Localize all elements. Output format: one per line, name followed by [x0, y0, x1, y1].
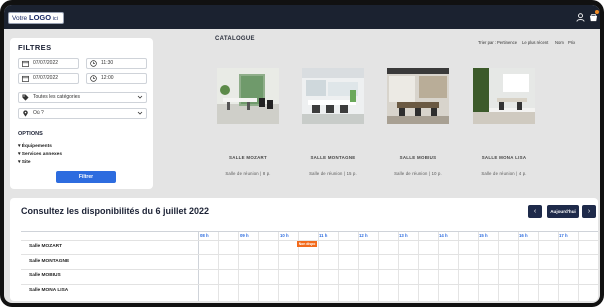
end-time-value: 12:00	[101, 75, 114, 81]
grid-column-line	[558, 232, 559, 301]
filter-button[interactable]: Filtrer	[56, 171, 116, 183]
grid-column-line	[238, 232, 239, 301]
availability-panel: Consultez les disponibilités du 6 juille…	[10, 198, 598, 301]
sort-option-name[interactable]: Nom	[555, 40, 564, 45]
room-name-mozart[interactable]: SALLE MOZART	[208, 155, 288, 160]
grid-column-line	[578, 232, 579, 301]
booking-block[interactable]: Non dispo	[297, 241, 317, 247]
location-select[interactable]: Où ?	[18, 108, 147, 119]
room-photo-mobius[interactable]	[387, 68, 449, 124]
schedule-room-montagne: Salle MONTAGNE	[29, 259, 70, 264]
grid-column-line	[478, 232, 479, 301]
grid-column-line	[198, 232, 199, 301]
end-date-field[interactable]: 07/07/2022	[18, 73, 79, 84]
room-desc-montagne: Salle de réunion | 15 p.	[309, 171, 357, 176]
sort-option-relevance[interactable]: Pertinence	[497, 40, 517, 45]
today-button[interactable]: Aujourd'hui	[547, 205, 579, 218]
room-desc-mona-lisa: Salle de réunion | 4 p.	[481, 171, 527, 176]
hour-label: 09 h	[240, 233, 249, 238]
grid-column-line	[378, 232, 379, 301]
hour-label: 08 h	[200, 233, 209, 238]
sort-option-price[interactable]: Prix	[568, 40, 575, 45]
chevron-down-icon	[137, 95, 143, 99]
hour-label: 10 h	[280, 233, 289, 238]
start-date-value: 07/07/2022	[33, 60, 59, 66]
room-photo-mona-lisa[interactable]	[473, 68, 535, 124]
room-name-mona-lisa[interactable]: SALLE MONA LISA	[464, 155, 544, 160]
category-select[interactable]: Toutes les catégories	[18, 92, 147, 103]
grid-row-line	[21, 254, 598, 255]
next-day-button[interactable]: ›	[582, 205, 596, 218]
tag-icon	[22, 94, 29, 101]
end-date-value: 07/07/2022	[33, 75, 59, 81]
cart-badge	[595, 10, 599, 14]
option-site[interactable]: ▾ Site	[18, 160, 31, 165]
clock-icon	[90, 60, 97, 67]
grid-column-line	[278, 232, 279, 301]
grid-column-line	[518, 232, 519, 301]
grid-column-line	[418, 232, 419, 301]
calendar-icon	[22, 75, 29, 82]
option-equipments[interactable]: ▾ Équipements	[18, 144, 52, 149]
logo[interactable]: Votre LOGO ici	[8, 12, 64, 24]
hour-label: 12 h	[359, 233, 368, 238]
filters-panel: FILTRES 07/07/2022 11:30 07/07/2022 12:0…	[10, 38, 153, 189]
top-bar: Votre LOGO ici	[4, 5, 600, 29]
room-name-mobius[interactable]: SALLE MOBIUS	[378, 155, 458, 160]
location-pin-icon	[23, 110, 28, 117]
grid-column-line	[218, 232, 219, 301]
hour-label: 15 h	[479, 233, 488, 238]
grid-column-line	[538, 232, 539, 301]
option-services[interactable]: ▾ Services annexes	[18, 152, 62, 157]
logo-bold: LOGO	[28, 13, 52, 22]
logo-prefix: Votre	[12, 15, 29, 22]
grid-row-line	[21, 269, 598, 270]
room-desc-mozart: Salle de réunion | 8 p.	[225, 171, 271, 176]
hour-label: 17 h	[559, 233, 568, 238]
sort-label: Trier par :	[478, 40, 496, 45]
availability-title: Consultez les disponibilités du 6 juille…	[21, 206, 210, 216]
grid-column-line	[338, 232, 339, 301]
grid-column-line	[318, 232, 319, 301]
start-time-value: 11:30	[101, 60, 114, 66]
grid-top-line	[21, 231, 598, 232]
grid-column-line	[258, 232, 259, 301]
sort-option-newest[interactable]: Le plus récent	[522, 40, 548, 45]
room-name-montagne[interactable]: SALLE MONTAGNE	[293, 155, 373, 160]
options-title: OPTIONS	[18, 131, 43, 137]
category-select-value: Toutes les catégories	[33, 94, 80, 100]
user-icon[interactable]	[576, 13, 585, 22]
hour-label: 11 h	[319, 233, 328, 238]
calendar-icon	[22, 60, 29, 67]
room-photo-montagne[interactable]	[302, 68, 364, 124]
room-desc-mobius: Salle de réunion | 10 p.	[394, 171, 442, 176]
schedule-room-mobius: Salle MOBIUS	[29, 273, 61, 278]
grid-column-line	[438, 232, 439, 301]
location-select-value: Où ?	[33, 110, 44, 116]
schedule-room-mozart: Salle MOZART	[29, 244, 63, 249]
logo-suffix: ici	[51, 16, 58, 22]
cart-icon[interactable]	[589, 13, 598, 22]
clock-icon	[90, 75, 97, 82]
catalogue-title: CATALOGUE	[215, 36, 255, 42]
grid-row-line	[21, 284, 598, 285]
hour-label: 13 h	[399, 233, 408, 238]
grid-column-line	[458, 232, 459, 301]
start-time-field[interactable]: 11:30	[86, 58, 147, 69]
schedule-room-mona-lisa: Salle MONA LISA	[29, 288, 69, 293]
hour-label: 16 h	[519, 233, 528, 238]
hour-label: 14 h	[439, 233, 448, 238]
app-screen: Votre LOGO ici FILTRES 07/07/2022 11:30 …	[4, 5, 600, 303]
grid-column-line	[358, 232, 359, 301]
room-photo-mozart[interactable]	[217, 68, 279, 124]
prev-day-button[interactable]: ‹	[528, 205, 542, 218]
grid-column-line	[398, 232, 399, 301]
chevron-down-icon	[137, 111, 143, 115]
filters-title: FILTRES	[18, 43, 52, 52]
end-time-field[interactable]: 12:00	[86, 73, 147, 84]
grid-column-line	[498, 232, 499, 301]
start-date-field[interactable]: 07/07/2022	[18, 58, 79, 69]
